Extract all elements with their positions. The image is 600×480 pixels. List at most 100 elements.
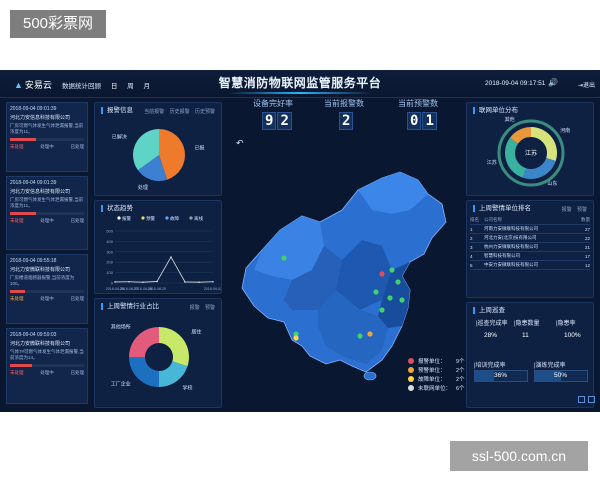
alarm-progress-fill (10, 290, 25, 293)
ranking-rank: 4 (470, 253, 473, 259)
action-in-progress[interactable]: 处理中 (40, 296, 54, 302)
alarm-company: 河北力安微联科技有限公司 (10, 267, 71, 273)
alarm-card[interactable]: 2018-09-04 09:59:03 河北力安微联科技有限公司 气体7#可燃气体发… (6, 328, 88, 404)
warning-info-panel: 报警信息 当前报警 历史报警 历史预警 已报 处理 已解决 (94, 102, 222, 196)
trend-x-tick: 2018-08-29 (148, 287, 166, 291)
map-marker-fault[interactable] (293, 335, 299, 341)
map-marker-alarm[interactable] (379, 271, 385, 277)
tab-current-alarm[interactable]: 当前报警 (144, 109, 164, 115)
inspection-metric-value: 100% (564, 332, 581, 339)
sound-icon[interactable]: 🔊 (548, 78, 558, 87)
watermark-top: 500彩票网 (10, 10, 106, 38)
tab-alarm[interactable]: 报警 (190, 305, 200, 311)
action-done[interactable]: 已处理 (71, 218, 85, 224)
trend-legend-label: 报警 (122, 215, 131, 222)
panel-tabs: 报警 预警 (558, 206, 587, 213)
rate-label: |培训完成率 (474, 363, 506, 369)
alarm-card[interactable]: 2018-09-04 09:55:18 河北力安微联科技有限公司 厂房楼道烟感器报警… (6, 254, 88, 324)
alarm-description: 厂房可燃气体发生气体泄漏报警,当前浓度为11。 (10, 123, 84, 134)
distribution-donut-label: 其他 (505, 116, 515, 123)
action-in-progress[interactable]: 处理中 (40, 218, 54, 224)
panel-title: 联网单位分布 (473, 107, 518, 114)
action-in-progress[interactable]: 处理中 (40, 144, 54, 150)
map-hainan[interactable] (363, 371, 377, 381)
distribution-donut-slice[interactable] (522, 157, 556, 179)
trend-legend-marker (117, 216, 121, 220)
action-done[interactable]: 已处理 (71, 144, 85, 150)
action-unhandled[interactable]: 未处理 (10, 296, 24, 302)
tab-warning[interactable]: 预警 (205, 305, 215, 311)
rate-bar-fill (475, 371, 494, 381)
alarm-time: 2018-09-04 09:01:39 (10, 106, 57, 112)
exit-button[interactable]: ⇥退出 (578, 80, 595, 89)
table-row[interactable]: 3 杭州力安微联科技有限公司 21 (470, 243, 590, 252)
map-marker[interactable] (357, 333, 363, 339)
map-marker[interactable] (281, 255, 287, 261)
clock: 2018-09-04 09:17:51 (485, 80, 546, 87)
title-underline (228, 92, 372, 94)
dashboard: ▲ 安易云 数据统计回顾 日 周 月 智慧消防物联网监管服务平台 2018-09-… (0, 70, 600, 412)
fullscreen-icon[interactable] (578, 396, 585, 403)
tab-alarm[interactable]: 报警 (562, 207, 572, 213)
map-marker-warning[interactable] (367, 331, 373, 337)
panel-tabs: 报警 预警 (186, 304, 215, 311)
inspection-metric-label: |隐患率 (556, 321, 576, 327)
industry-donut-slice[interactable] (159, 361, 188, 387)
industry-donut-slice[interactable] (129, 327, 159, 357)
map-marker[interactable] (373, 289, 379, 295)
alarm-progress (10, 290, 84, 293)
map-marker[interactable] (395, 279, 401, 285)
industry-donut-slice[interactable] (159, 327, 189, 367)
industry-donut-slice[interactable] (129, 357, 159, 387)
trend-series-line (114, 256, 214, 283)
table-row[interactable]: 1 河南力安微联科技有限公司 27 (470, 225, 590, 234)
warning-pie: 已报处理 已解决 (112, 129, 205, 191)
action-done[interactable]: 已处理 (71, 370, 85, 376)
stat-label: 当前报警数 (324, 99, 364, 108)
alarm-actions: 未处理 处理中 已处理 (10, 144, 84, 150)
map-marker[interactable] (379, 307, 385, 313)
action-unhandled[interactable]: 未处理 (10, 144, 24, 150)
ranking-rank: 2 (470, 235, 473, 241)
window-icon[interactable] (588, 396, 595, 403)
stat-value: 01 (407, 112, 438, 130)
inspection-metric-label: |隐患数量 (514, 321, 540, 327)
trend-y-tick: 0 (111, 281, 114, 286)
panel-title: 报警信息 (101, 107, 133, 114)
action-in-progress[interactable]: 处理中 (40, 370, 54, 376)
ranking-count: 27 (584, 226, 590, 232)
trend-legend-label: 预警 (146, 215, 155, 222)
table-row[interactable]: 5 中安力安微联科技有限公司 12 (470, 261, 590, 270)
panel-title: 上周巡查 (473, 307, 505, 314)
map-legend-item: 报警单位： 9个 (408, 356, 465, 365)
distribution-donut-slice[interactable] (505, 137, 527, 178)
alarm-card[interactable]: 2018-09-04 09:01:39 河北力安信息科技有限公司 厂房可燃气体发生气… (6, 176, 88, 250)
action-unhandled[interactable]: 未处理 (10, 218, 24, 224)
trend-legend-label: 离线 (194, 215, 203, 222)
map-legend-dot (408, 375, 414, 382)
alarm-company: 河北力安信息科技有限公司 (10, 189, 71, 195)
table-row[interactable]: 4 智慧科技有限公司 17 (470, 252, 590, 261)
ranking-rank: 3 (470, 244, 473, 250)
map-legend: 报警单位： 9个 预警单位： 2个 故障单位： 2个 未联网单位： 6个 (408, 356, 465, 392)
action-done[interactable]: 已处理 (71, 296, 85, 302)
industry-panel: 上周警情行业占比 报警 预警 居住 学校 工厂企业 其他场所 (94, 298, 222, 408)
alarm-card[interactable]: 2018-09-04 09:01:39 河北力安信息科技有限公司 厂房可燃气体发生气… (6, 102, 88, 172)
back-icon[interactable]: ↶ (236, 138, 244, 149)
china-map (241, 171, 447, 381)
tab-history-alarm[interactable]: 历史报警 (170, 109, 190, 115)
map-marker[interactable] (387, 295, 393, 301)
map-marker[interactable] (399, 297, 405, 303)
inspection-metric-value: 11 (522, 332, 529, 339)
alarm-progress-fill (10, 212, 36, 215)
tab-history-warning[interactable]: 历史预警 (195, 109, 215, 115)
trend-y-tick: 100 (106, 270, 113, 275)
table-row[interactable]: 2 河北力安(北京)技有限公司 22 (470, 234, 590, 243)
distribution-donut-label: 河南 (560, 127, 570, 134)
ranking-table: 排名 公司名称 数量 1 河南力安微联科技有限公司 27 2 河北力安(北京)技有限公司 22 3… (470, 216, 590, 270)
header-bar: ▲ 安易云 数据统计回顾 日 周 月 智慧消防物联网监管服务平台 2018-09-… (0, 70, 600, 98)
tab-warning[interactable]: 预警 (577, 207, 587, 213)
action-unhandled[interactable]: 未处理 (10, 370, 24, 376)
map-legend-item: 故障单位： 2个 (408, 374, 465, 383)
map-marker[interactable] (389, 267, 395, 273)
